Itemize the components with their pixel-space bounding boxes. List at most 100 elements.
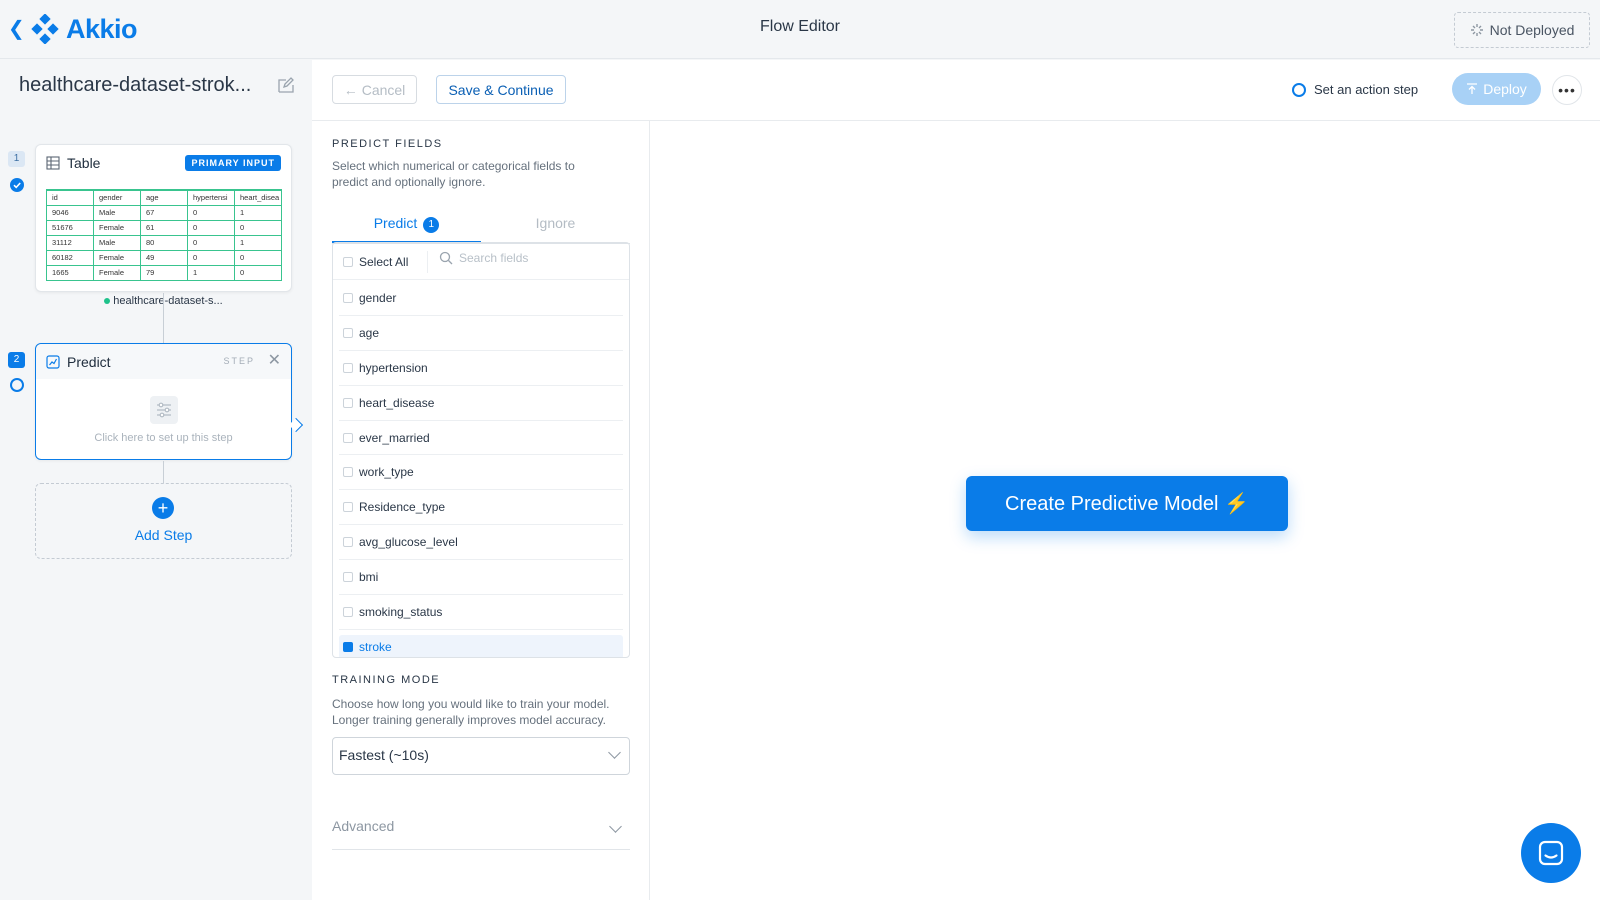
field-item-residence-type[interactable]: Residence_type: [339, 490, 623, 526]
table-cell: Female: [93, 249, 141, 266]
more-options-button[interactable]: •••: [1552, 75, 1582, 105]
field-label: bmi: [359, 570, 379, 585]
deploy-status-label: Not Deployed: [1489, 22, 1575, 38]
step-number-2: 2: [8, 352, 25, 368]
add-step-button[interactable]: + Add Step: [35, 483, 292, 559]
checkbox: [343, 397, 353, 408]
table-cell: 0: [187, 234, 235, 251]
checkbox: [343, 292, 353, 303]
step-tag: STEP: [223, 356, 255, 366]
field-item-hypertension[interactable]: hypertension: [339, 351, 623, 386]
field-item-work-type[interactable]: work_type: [339, 455, 623, 491]
field-label: gender: [359, 290, 397, 305]
table-cell: 60182: [46, 249, 94, 266]
field-item-age[interactable]: age: [339, 316, 623, 351]
set-action-step-toggle[interactable]: Set an action step: [1292, 82, 1418, 97]
checkbox: [343, 432, 353, 443]
table-cell: Male: [93, 204, 141, 221]
dataset-status-dot: [104, 298, 111, 305]
deploy-label: Deploy: [1483, 81, 1527, 97]
checkbox: [343, 537, 353, 548]
checkbox: [343, 467, 353, 478]
checkbox: [343, 606, 353, 617]
checkbox: [343, 572, 353, 583]
table-row: 60182 Female 49 0 0: [46, 249, 282, 266]
setup-step-hint: Click here to set up this step: [94, 432, 233, 444]
upload-icon: [1467, 83, 1478, 94]
page-title: Flow Editor: [759, 18, 841, 35]
save-continue-button[interactable]: Save & Continue: [436, 75, 566, 104]
deploy-status-badge[interactable]: Not Deployed: [1454, 12, 1590, 48]
step-connector: [163, 461, 164, 483]
table-header-cell: heart_disea: [234, 189, 282, 206]
table-cell: 1665: [46, 264, 94, 281]
table-step-card[interactable]: Table PRIMARY INPUT id gender age hypert…: [35, 144, 292, 307]
predict-step-card[interactable]: Predict STEP ✕ Click here to set up this…: [35, 343, 292, 460]
plus-icon: +: [152, 497, 174, 519]
field-item-stroke[interactable]: stroke: [339, 634, 623, 657]
field-item-smoking-status[interactable]: smoking_status: [339, 595, 623, 630]
advanced-label: Advanced: [332, 818, 395, 834]
table-row: 51676 Female 61 0 0: [46, 219, 282, 236]
table-cell: Female: [93, 219, 141, 236]
brand-name: Akkio: [66, 13, 138, 44]
step-pending-ring-icon: [10, 378, 24, 392]
checkbox: [343, 327, 353, 338]
search-fields-input[interactable]: [459, 251, 619, 265]
predict-config-panel: PREDICT FIELDS Select which numerical or…: [312, 121, 650, 900]
brand-logo[interactable]: Akkio: [30, 13, 138, 44]
table-cell: 0: [234, 219, 282, 236]
checkbox: [343, 362, 353, 373]
checkbox: [343, 257, 353, 267]
field-item-heart-disease[interactable]: heart_disease: [339, 386, 623, 421]
field-item-gender[interactable]: gender: [339, 281, 623, 316]
chat-support-button[interactable]: [1521, 823, 1581, 883]
training-mode-select[interactable]: Fastest (~10s): [332, 737, 630, 775]
search-icon: [439, 251, 453, 265]
flow-name: healthcare-dataset-strok...: [19, 74, 252, 96]
remove-step-close-icon[interactable]: ✕: [268, 350, 281, 370]
tab-predict[interactable]: Predict 1: [332, 211, 481, 243]
table-cell: 51676: [46, 219, 94, 236]
table-header-row: id gender age hypertensi heart_disea: [46, 189, 282, 206]
field-item-avg-glucose-level[interactable]: avg_glucose_level: [339, 525, 623, 561]
field-item-ever-married[interactable]: ever_married: [339, 421, 623, 456]
table-cell: 61: [140, 219, 188, 236]
step-number-1: 1: [8, 151, 25, 167]
table-cell: 0: [234, 264, 282, 281]
predict-icon: [46, 355, 60, 369]
tab-ignore[interactable]: Ignore: [481, 211, 630, 243]
field-label: Residence_type: [359, 500, 446, 515]
table-header-cell: gender: [93, 189, 141, 206]
table-icon: [46, 156, 60, 170]
field-selector-header: Select All: [333, 243, 629, 280]
predict-count-badge: 1: [423, 217, 440, 233]
sliders-icon: [150, 396, 178, 424]
edit-name-icon[interactable]: [277, 76, 295, 94]
table-row: 31112 Male 80 0 1: [46, 234, 282, 251]
table-card-title: Table: [67, 155, 101, 171]
chat-icon: [1538, 840, 1564, 866]
field-item-bmi[interactable]: bmi: [339, 560, 623, 596]
table-row: 1665 Female 79 1 0: [46, 264, 282, 281]
primary-input-badge: PRIMARY INPUT: [185, 155, 281, 171]
select-all-checkbox[interactable]: Select All: [343, 255, 408, 269]
table-cell: 0: [187, 219, 235, 236]
field-list: gender age hypertension heart_disease ev…: [339, 281, 623, 657]
advanced-section-toggle[interactable]: Advanced: [332, 818, 630, 850]
cancel-button[interactable]: ← Cancel: [332, 75, 417, 104]
step-connector: [163, 293, 164, 343]
deploy-button[interactable]: Deploy: [1452, 73, 1541, 105]
not-deployed-icon: [1470, 24, 1483, 36]
create-predictive-model-button[interactable]: Create Predictive Model ⚡: [966, 476, 1288, 531]
header-separator: [427, 251, 428, 273]
back-chevron-icon[interactable]: ❮: [8, 18, 25, 40]
table-row: 9046 Male 67 0 1: [46, 204, 282, 221]
table-card-header: Table: [46, 155, 100, 171]
predict-card-title: Predict: [67, 354, 111, 370]
table-cell: 80: [140, 234, 188, 251]
radio-ring-icon: [1292, 82, 1306, 97]
table-cell: 1: [187, 264, 235, 281]
predict-ignore-tabs: Predict 1 Ignore: [332, 211, 630, 243]
action-step-label: Set an action step: [1314, 82, 1419, 97]
